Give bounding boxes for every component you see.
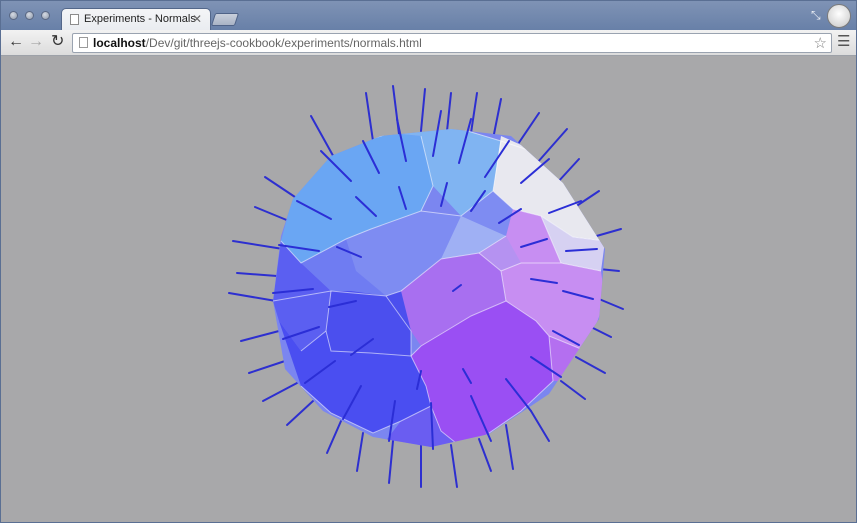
profile-avatar[interactable] bbox=[827, 4, 851, 28]
sphere-render bbox=[228, 85, 624, 488]
webgl-canvas[interactable] bbox=[1, 56, 856, 522]
close-icon[interactable]: ✕ bbox=[192, 12, 202, 26]
address-bar[interactable]: localhost/Dev/git/threejs-cookbook/exper… bbox=[72, 33, 832, 53]
tab-title: Experiments - Normals bbox=[84, 13, 196, 25]
tab-experiments-normals[interactable]: Experiments - Normals ✕ bbox=[61, 8, 211, 31]
url-host: localhost bbox=[93, 36, 146, 50]
url-text[interactable]: localhost/Dev/git/threejs-cookbook/exper… bbox=[93, 36, 422, 50]
reload-icon[interactable]: ↻ bbox=[51, 33, 64, 51]
minimize-window-button[interactable] bbox=[25, 11, 34, 20]
browser-toolbar: ← → ↻ localhost/Dev/git/threejs-cookbook… bbox=[1, 30, 856, 56]
close-window-button[interactable] bbox=[9, 11, 18, 20]
browser-window: Experiments - Normals ✕ ⤡ ← → ↻ localhos… bbox=[0, 0, 857, 523]
arrow-left-icon[interactable]: ← bbox=[8, 33, 24, 51]
star-icon[interactable]: ☆ bbox=[814, 34, 827, 52]
zoom-window-button[interactable] bbox=[41, 11, 50, 20]
document-icon bbox=[70, 14, 79, 25]
new-tab-button[interactable] bbox=[210, 13, 240, 26]
title-bar: Experiments - Normals ✕ ⤡ bbox=[1, 1, 856, 31]
restore-icon[interactable]: ⤡ bbox=[811, 8, 821, 23]
arrow-right-icon[interactable]: → bbox=[28, 33, 44, 51]
url-path: /Dev/git/threejs-cookbook/experiments/no… bbox=[145, 36, 422, 50]
hamburger-menu-icon[interactable]: ☰ bbox=[837, 34, 850, 50]
page-icon bbox=[79, 37, 88, 48]
